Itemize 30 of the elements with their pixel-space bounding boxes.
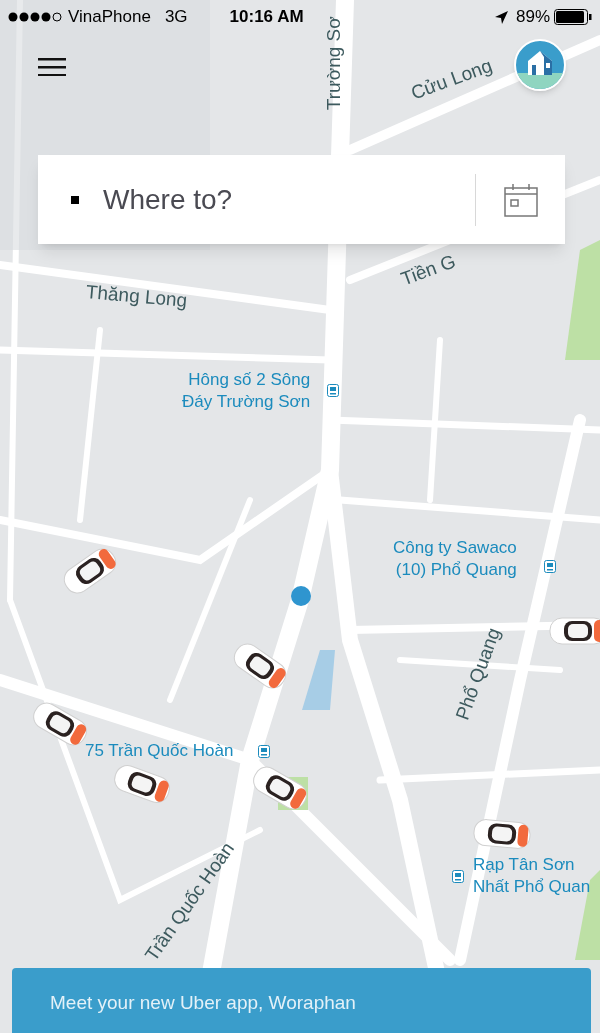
bus-stop-icon xyxy=(544,560,556,573)
calendar-icon xyxy=(503,182,538,217)
carrier-name: VinaPhone xyxy=(68,6,151,29)
battery-percent: 89% xyxy=(515,6,550,29)
car-icon xyxy=(548,615,600,647)
bus-stop-icon xyxy=(452,870,464,883)
banner-text: Meet your new Uber app, Woraphan xyxy=(50,990,356,1015)
place-label: Công ty Sawaco (10) Phổ Quang xyxy=(393,537,517,581)
street-label: Cửu Long xyxy=(407,53,496,106)
water-area xyxy=(302,650,335,710)
signal-icon xyxy=(8,12,64,22)
place-label: 75 Trần Quốc Hoàn xyxy=(85,740,234,762)
square-icon xyxy=(71,195,79,204)
battery-icon xyxy=(554,9,592,25)
menu-button[interactable] xyxy=(38,56,68,78)
location-arrow-icon xyxy=(494,10,508,24)
welcome-banner[interactable]: Meet your new Uber app, Woraphan xyxy=(12,968,591,1033)
search-bar[interactable]: Where to? xyxy=(38,155,565,244)
network-type: 3G xyxy=(164,6,188,29)
destination-field[interactable]: Where to? xyxy=(103,178,475,221)
street-label: Thăng Long xyxy=(84,280,189,313)
bus-stop-icon xyxy=(258,745,270,758)
street-label: Trường Sơ xyxy=(321,16,345,111)
street-label: Tiền G xyxy=(397,249,460,292)
bus-stop-icon xyxy=(327,384,339,397)
home-button[interactable] xyxy=(514,39,566,91)
place-label: Rạp Tân Sơn Nhất Phổ Quan xyxy=(473,854,591,898)
menu-icon xyxy=(38,58,66,76)
clock: 10:16 AM xyxy=(229,6,304,29)
place-label: Hông số 2 Sông Đáy Trường Sơn xyxy=(182,369,311,413)
